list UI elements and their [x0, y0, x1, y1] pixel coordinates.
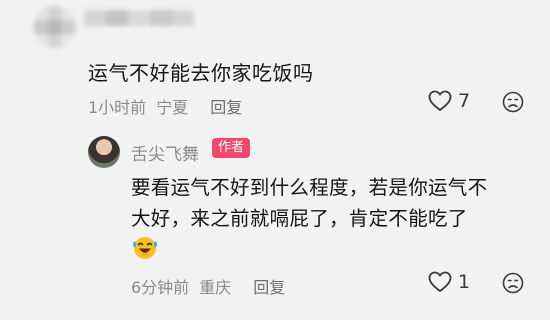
- blurred-username: [84, 10, 194, 26]
- top-comment-text: 运气不好能去你家吃饭吗: [88, 61, 314, 85]
- reply-location: 重庆: [199, 278, 232, 297]
- top-comment-like-button[interactable]: 7: [428, 90, 470, 112]
- reply-time: 6分钟前: [131, 278, 190, 297]
- top-comment-meta: 1小时前 宁夏 回复: [88, 94, 242, 118]
- author-badge: 作者: [212, 138, 251, 158]
- top-comment-time: 1小时前: [88, 98, 147, 117]
- reply-like-count: 1: [458, 271, 471, 293]
- reply-avatar[interactable]: [88, 136, 120, 168]
- reply-meta: 6分钟前 重庆 回复: [131, 274, 285, 298]
- dislike-face-icon[interactable]: [502, 91, 524, 113]
- comment-thread: 运气不好能去你家吃饭吗 1小时前 宁夏 回复 7 舌尖飞舞 作者 要看运气不好到什么…: [0, 0, 550, 320]
- reply-text-line-1: 要看运气不好到什么程度，若是你运气不: [131, 176, 488, 199]
- reply-like-button[interactable]: 1: [428, 271, 470, 293]
- heart-icon: [428, 90, 452, 111]
- top-comment-like-count: 7: [458, 90, 471, 112]
- dislike-face-icon[interactable]: [502, 272, 524, 294]
- laughing-crying-emoji-icon: [133, 237, 157, 259]
- reply-reply-button[interactable]: 回复: [253, 278, 285, 297]
- top-comment-location: 宁夏: [156, 98, 189, 117]
- reply-text: 要看运气不好到什么程度，若是你运气不 大好，来之前就嗝屁了，肯定不能吃了: [131, 172, 536, 234]
- heart-icon: [428, 271, 452, 292]
- reply-username[interactable]: 舌尖飞舞: [131, 140, 199, 165]
- reply-text-line-2: 大好，来之前就嗝屁了，肯定不能吃了: [131, 207, 468, 230]
- blurred-avatar[interactable]: [34, 6, 76, 48]
- top-comment-reply-button[interactable]: 回复: [210, 98, 242, 117]
